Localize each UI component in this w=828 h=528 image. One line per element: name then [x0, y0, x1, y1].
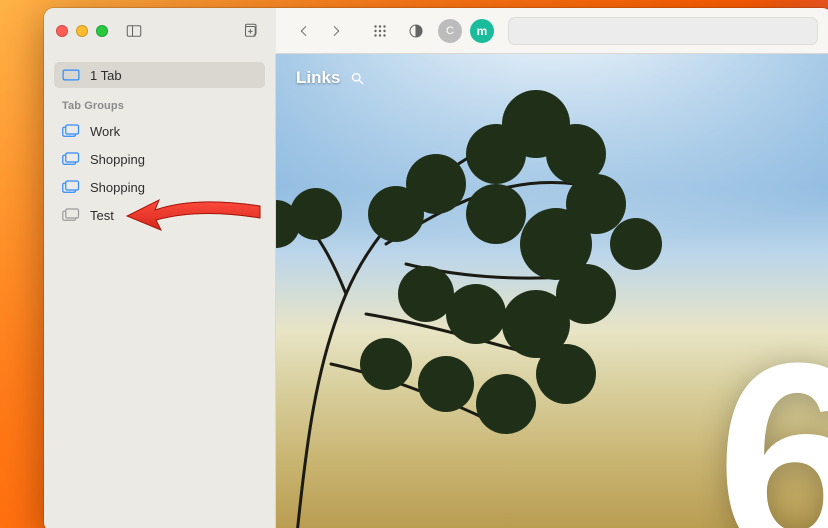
profile-avatar[interactable]: m	[470, 19, 494, 43]
sidebar-icon	[125, 22, 143, 40]
tab-group-icon	[62, 124, 80, 138]
tab-group-icon	[62, 180, 80, 194]
shield-half-icon	[407, 22, 425, 40]
chevron-right-icon	[328, 23, 344, 39]
toggle-sidebar-button[interactable]	[120, 19, 148, 43]
sidebar-current-tab-label: 1 Tab	[90, 68, 122, 83]
sidebar-group-work[interactable]: Work	[54, 118, 265, 144]
browser-toolbar: C m	[276, 8, 828, 54]
sidebar-item-label: Shopping	[90, 180, 145, 195]
search-icon	[350, 71, 365, 86]
tab-group-icon	[62, 152, 80, 166]
page-content: Links 6	[276, 54, 828, 528]
profile-initial: m	[477, 24, 488, 38]
reader-icon: C	[446, 25, 454, 37]
zoom-window-button[interactable]	[96, 25, 108, 37]
tab-icon	[62, 68, 80, 82]
address-bar[interactable]	[508, 17, 818, 45]
forward-button[interactable]	[322, 19, 350, 43]
tab-group-icon	[62, 208, 80, 222]
sidebar-current-tab[interactable]: 1 Tab	[54, 62, 265, 88]
window-traffic-lights	[56, 25, 108, 37]
page-number-glyph: 6	[716, 322, 828, 528]
links-label: Links	[296, 68, 340, 88]
sidebar-group-shopping-1[interactable]: Shopping	[54, 146, 265, 172]
sidebar-item-label: Test	[90, 208, 114, 223]
reader-button[interactable]: C	[438, 19, 462, 43]
sidebar-section-header: Tab Groups	[54, 90, 265, 116]
back-button[interactable]	[290, 19, 318, 43]
sidebar-group-shopping-2[interactable]: Shopping	[54, 174, 265, 200]
new-tab-group-button[interactable]	[236, 19, 264, 43]
chevron-left-icon	[296, 23, 312, 39]
minimize-window-button[interactable]	[76, 25, 88, 37]
start-page-grid-button[interactable]	[366, 19, 394, 43]
sidebar-group-test[interactable]: Test	[54, 202, 265, 228]
new-tab-group-icon	[241, 22, 259, 40]
sidebar-item-label: Shopping	[90, 152, 145, 167]
close-window-button[interactable]	[56, 25, 68, 37]
safari-window: C m 1 Tab Tab Groups Work Shoppi	[44, 8, 828, 528]
links-heading[interactable]: Links	[296, 68, 365, 88]
sidebar: 1 Tab Tab Groups Work Shopping Shopping	[44, 54, 276, 528]
privacy-report-button[interactable]	[402, 19, 430, 43]
sidebar-item-label: Work	[90, 124, 120, 139]
grid-icon	[371, 22, 389, 40]
sidebar-toolbar	[44, 8, 276, 54]
